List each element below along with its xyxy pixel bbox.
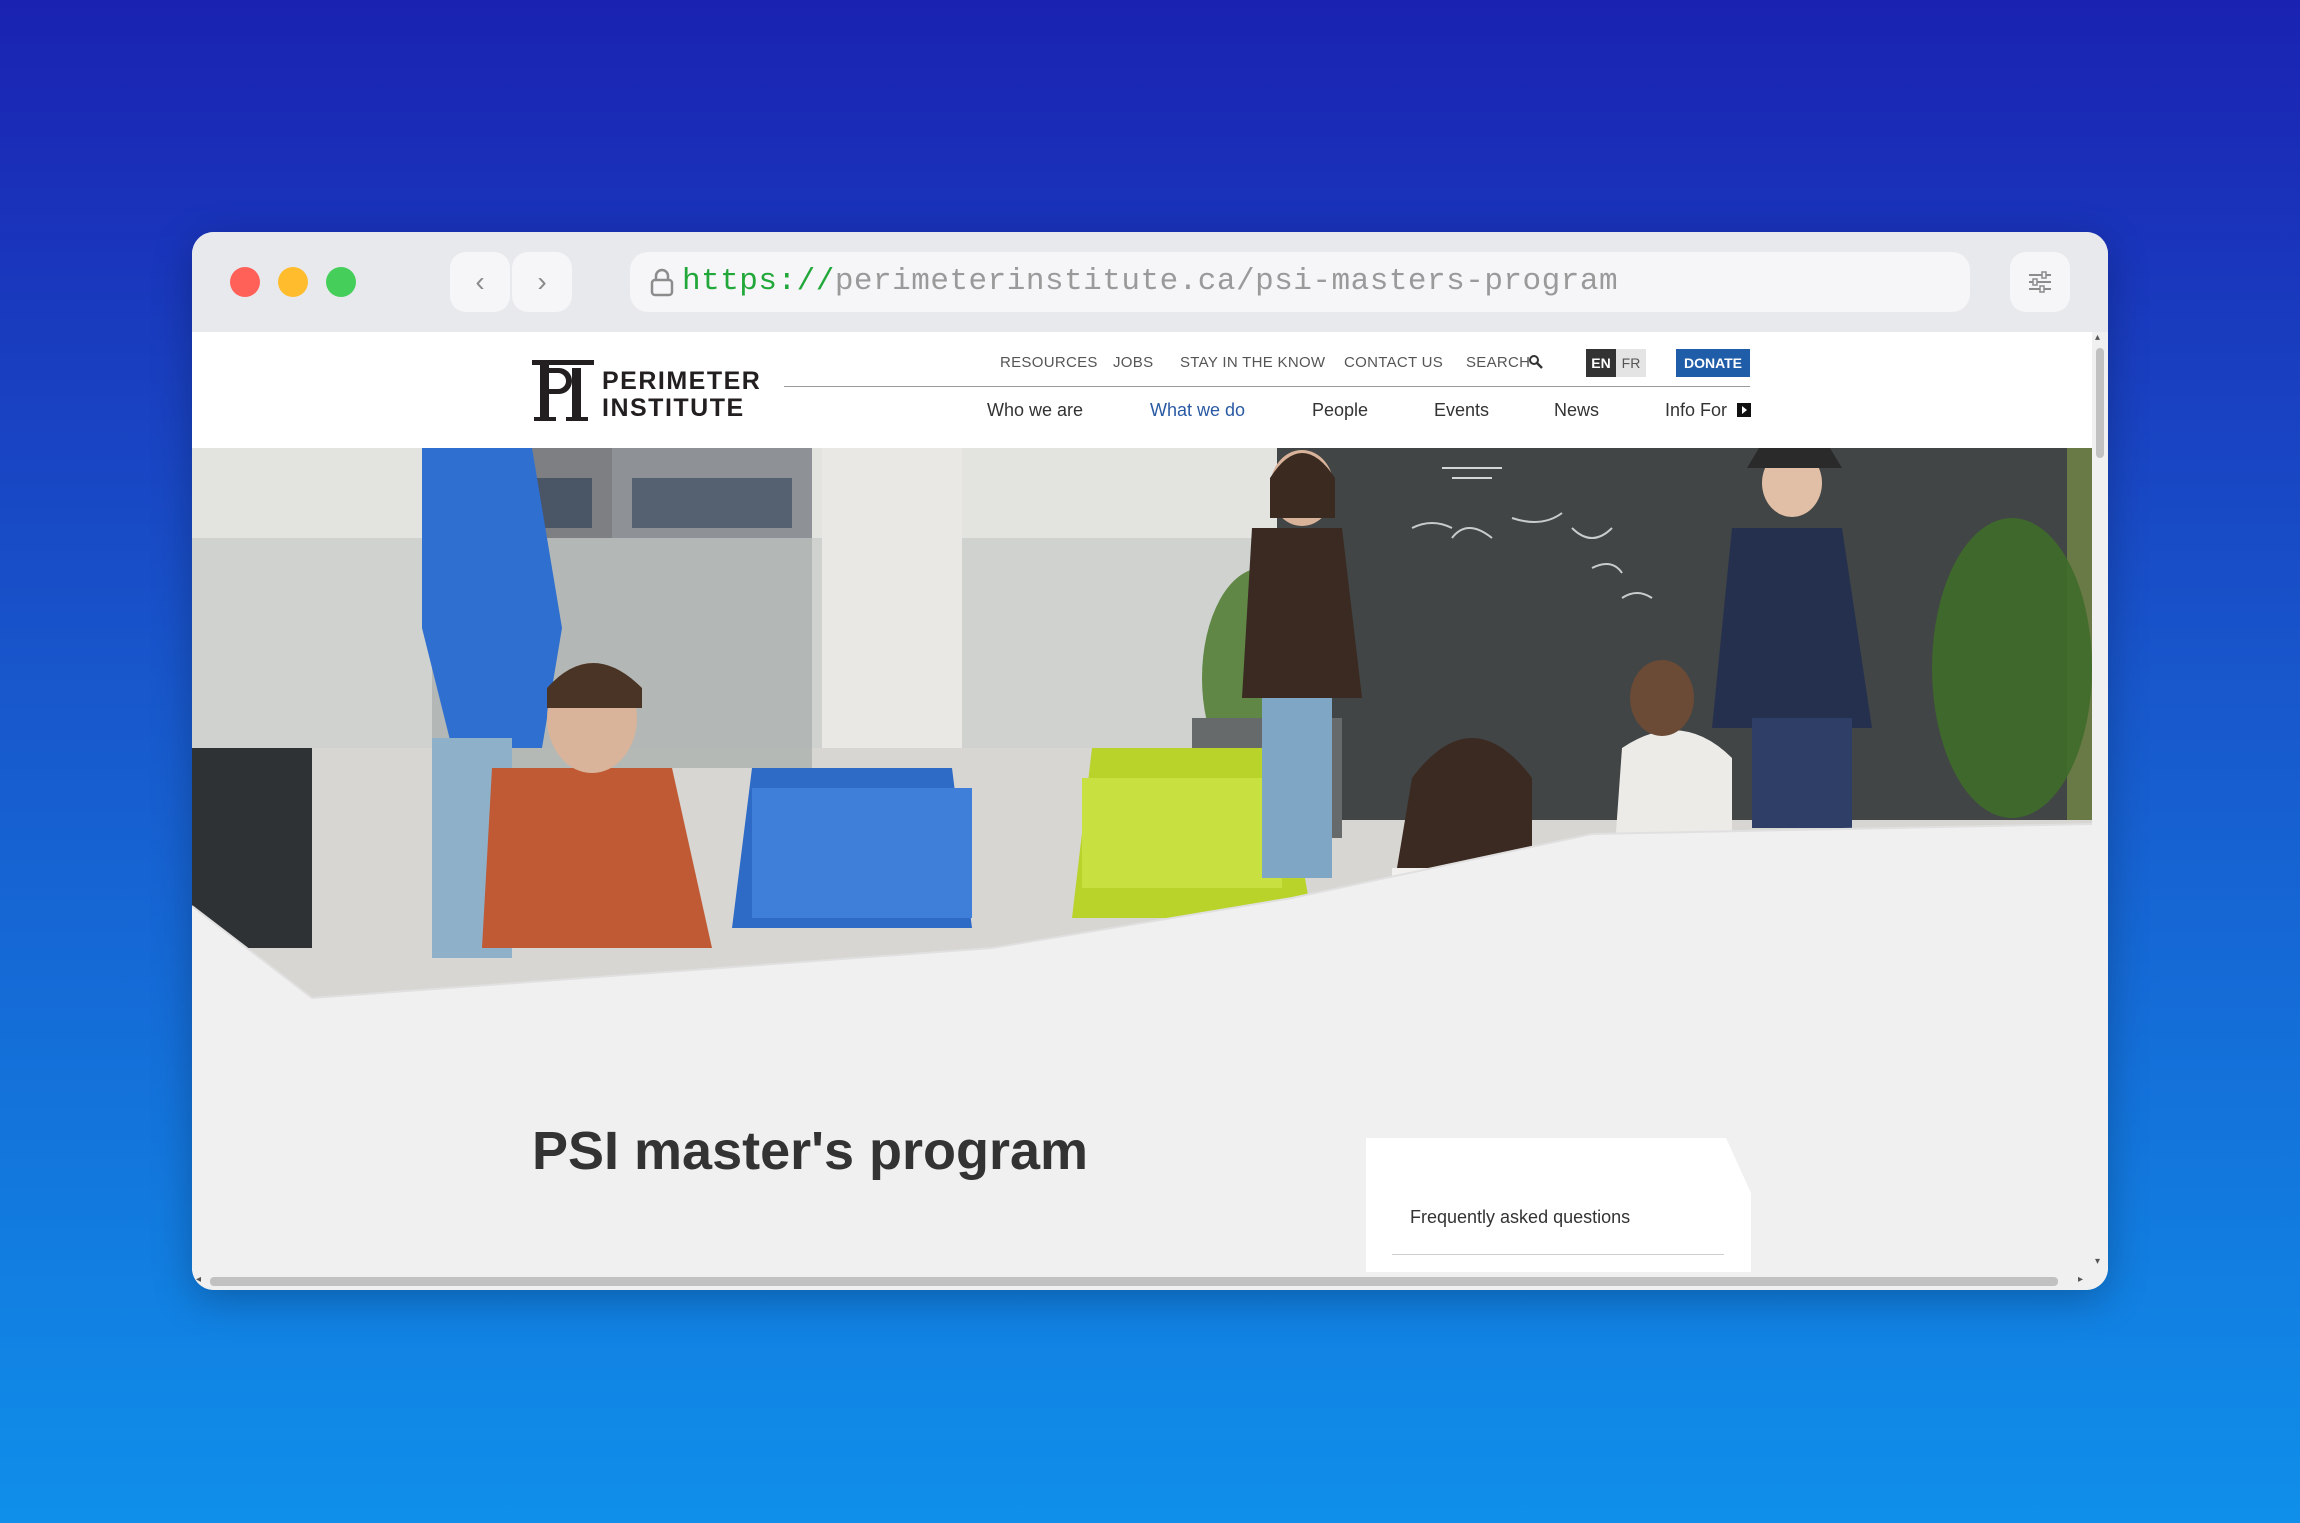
search-icon[interactable] [1528,354,1544,370]
site-header: PERIMETER INSTITUTE RESOURCES JOBS STAY … [192,332,2092,448]
back-button[interactable]: ‹ [450,252,510,312]
util-link-jobs[interactable]: JOBS [1113,354,1153,371]
browser-window: ‹ › https://perimeterinstitute.ca/psi-ma… [192,232,2108,1290]
lock-icon [650,268,674,297]
util-link-resources[interactable]: RESOURCES [1000,354,1098,371]
maximize-window-button[interactable] [326,267,356,297]
scroll-left-icon[interactable]: ◂ [196,1274,201,1285]
util-link-search[interactable]: SEARCH [1466,354,1530,371]
address-bar[interactable]: https://perimeterinstitute.ca/psi-master… [630,252,1970,312]
page-title: PSI master's program [532,1121,1089,1181]
settings-icon [2029,271,2051,293]
url-text: https://perimeterinstitute.ca/psi-master… [682,264,1618,299]
faq-sidebar-card [1366,1138,1751,1272]
external-arrow-icon [1737,403,1751,417]
lang-en-button[interactable]: EN [1586,349,1616,377]
browser-toolbar: ‹ › https://perimeterinstitute.ca/psi-ma… [192,232,2108,332]
forward-button[interactable]: › [512,252,572,312]
faq-divider [1392,1254,1724,1255]
donate-button[interactable]: DONATE [1676,349,1750,377]
scroll-up-icon[interactable]: ▴ [2095,332,2100,343]
logo-wordmark: PERIMETER INSTITUTE [602,368,761,422]
page-viewport: PERIMETER INSTITUTE RESOURCES JOBS STAY … [192,332,2092,1272]
horizontal-scrollbar[interactable]: ◂ ▸ [192,1272,2108,1290]
vertical-scrollbar[interactable]: ▴ ▾ [2092,332,2108,1272]
perimeter-logo[interactable]: PERIMETER INSTITUTE [530,354,760,424]
faq-link[interactable]: Frequently asked questions [1410,1207,1630,1228]
nav-events[interactable]: Events [1434,400,1489,421]
util-link-contact-us[interactable]: CONTACT US [1344,354,1443,371]
nav-who-we-are[interactable]: Who we are [987,400,1083,421]
chevron-left-icon: ‹ [475,266,485,297]
minimize-window-button[interactable] [278,267,308,297]
settings-button[interactable] [2010,252,2070,312]
pi-monogram-icon [532,360,594,421]
close-window-button[interactable] [230,267,260,297]
chevron-right-icon: › [537,266,547,297]
scroll-down-icon[interactable]: ▾ [2095,1256,2100,1267]
url-path: perimeterinstitute.ca/psi-masters-progra… [834,264,1619,299]
nav-news[interactable]: News [1554,400,1599,421]
logo-line-1: PERIMETER [602,367,762,395]
hero-image [192,448,2092,1000]
nav-info-for[interactable]: Info For [1665,400,1727,421]
lang-fr-button[interactable]: FR [1616,349,1646,377]
nav-people[interactable]: People [1312,400,1368,421]
logo-line-2: INSTITUTE [602,394,745,422]
header-divider [784,386,1750,387]
horizontal-scroll-thumb[interactable] [210,1277,2058,1286]
vertical-scroll-thumb[interactable] [2096,348,2104,458]
util-link-stay-in-the-know[interactable]: STAY IN THE KNOW [1180,354,1325,371]
scroll-right-icon[interactable]: ▸ [2078,1274,2083,1285]
nav-what-we-do[interactable]: What we do [1150,400,1245,421]
url-scheme: https:// [682,264,835,299]
